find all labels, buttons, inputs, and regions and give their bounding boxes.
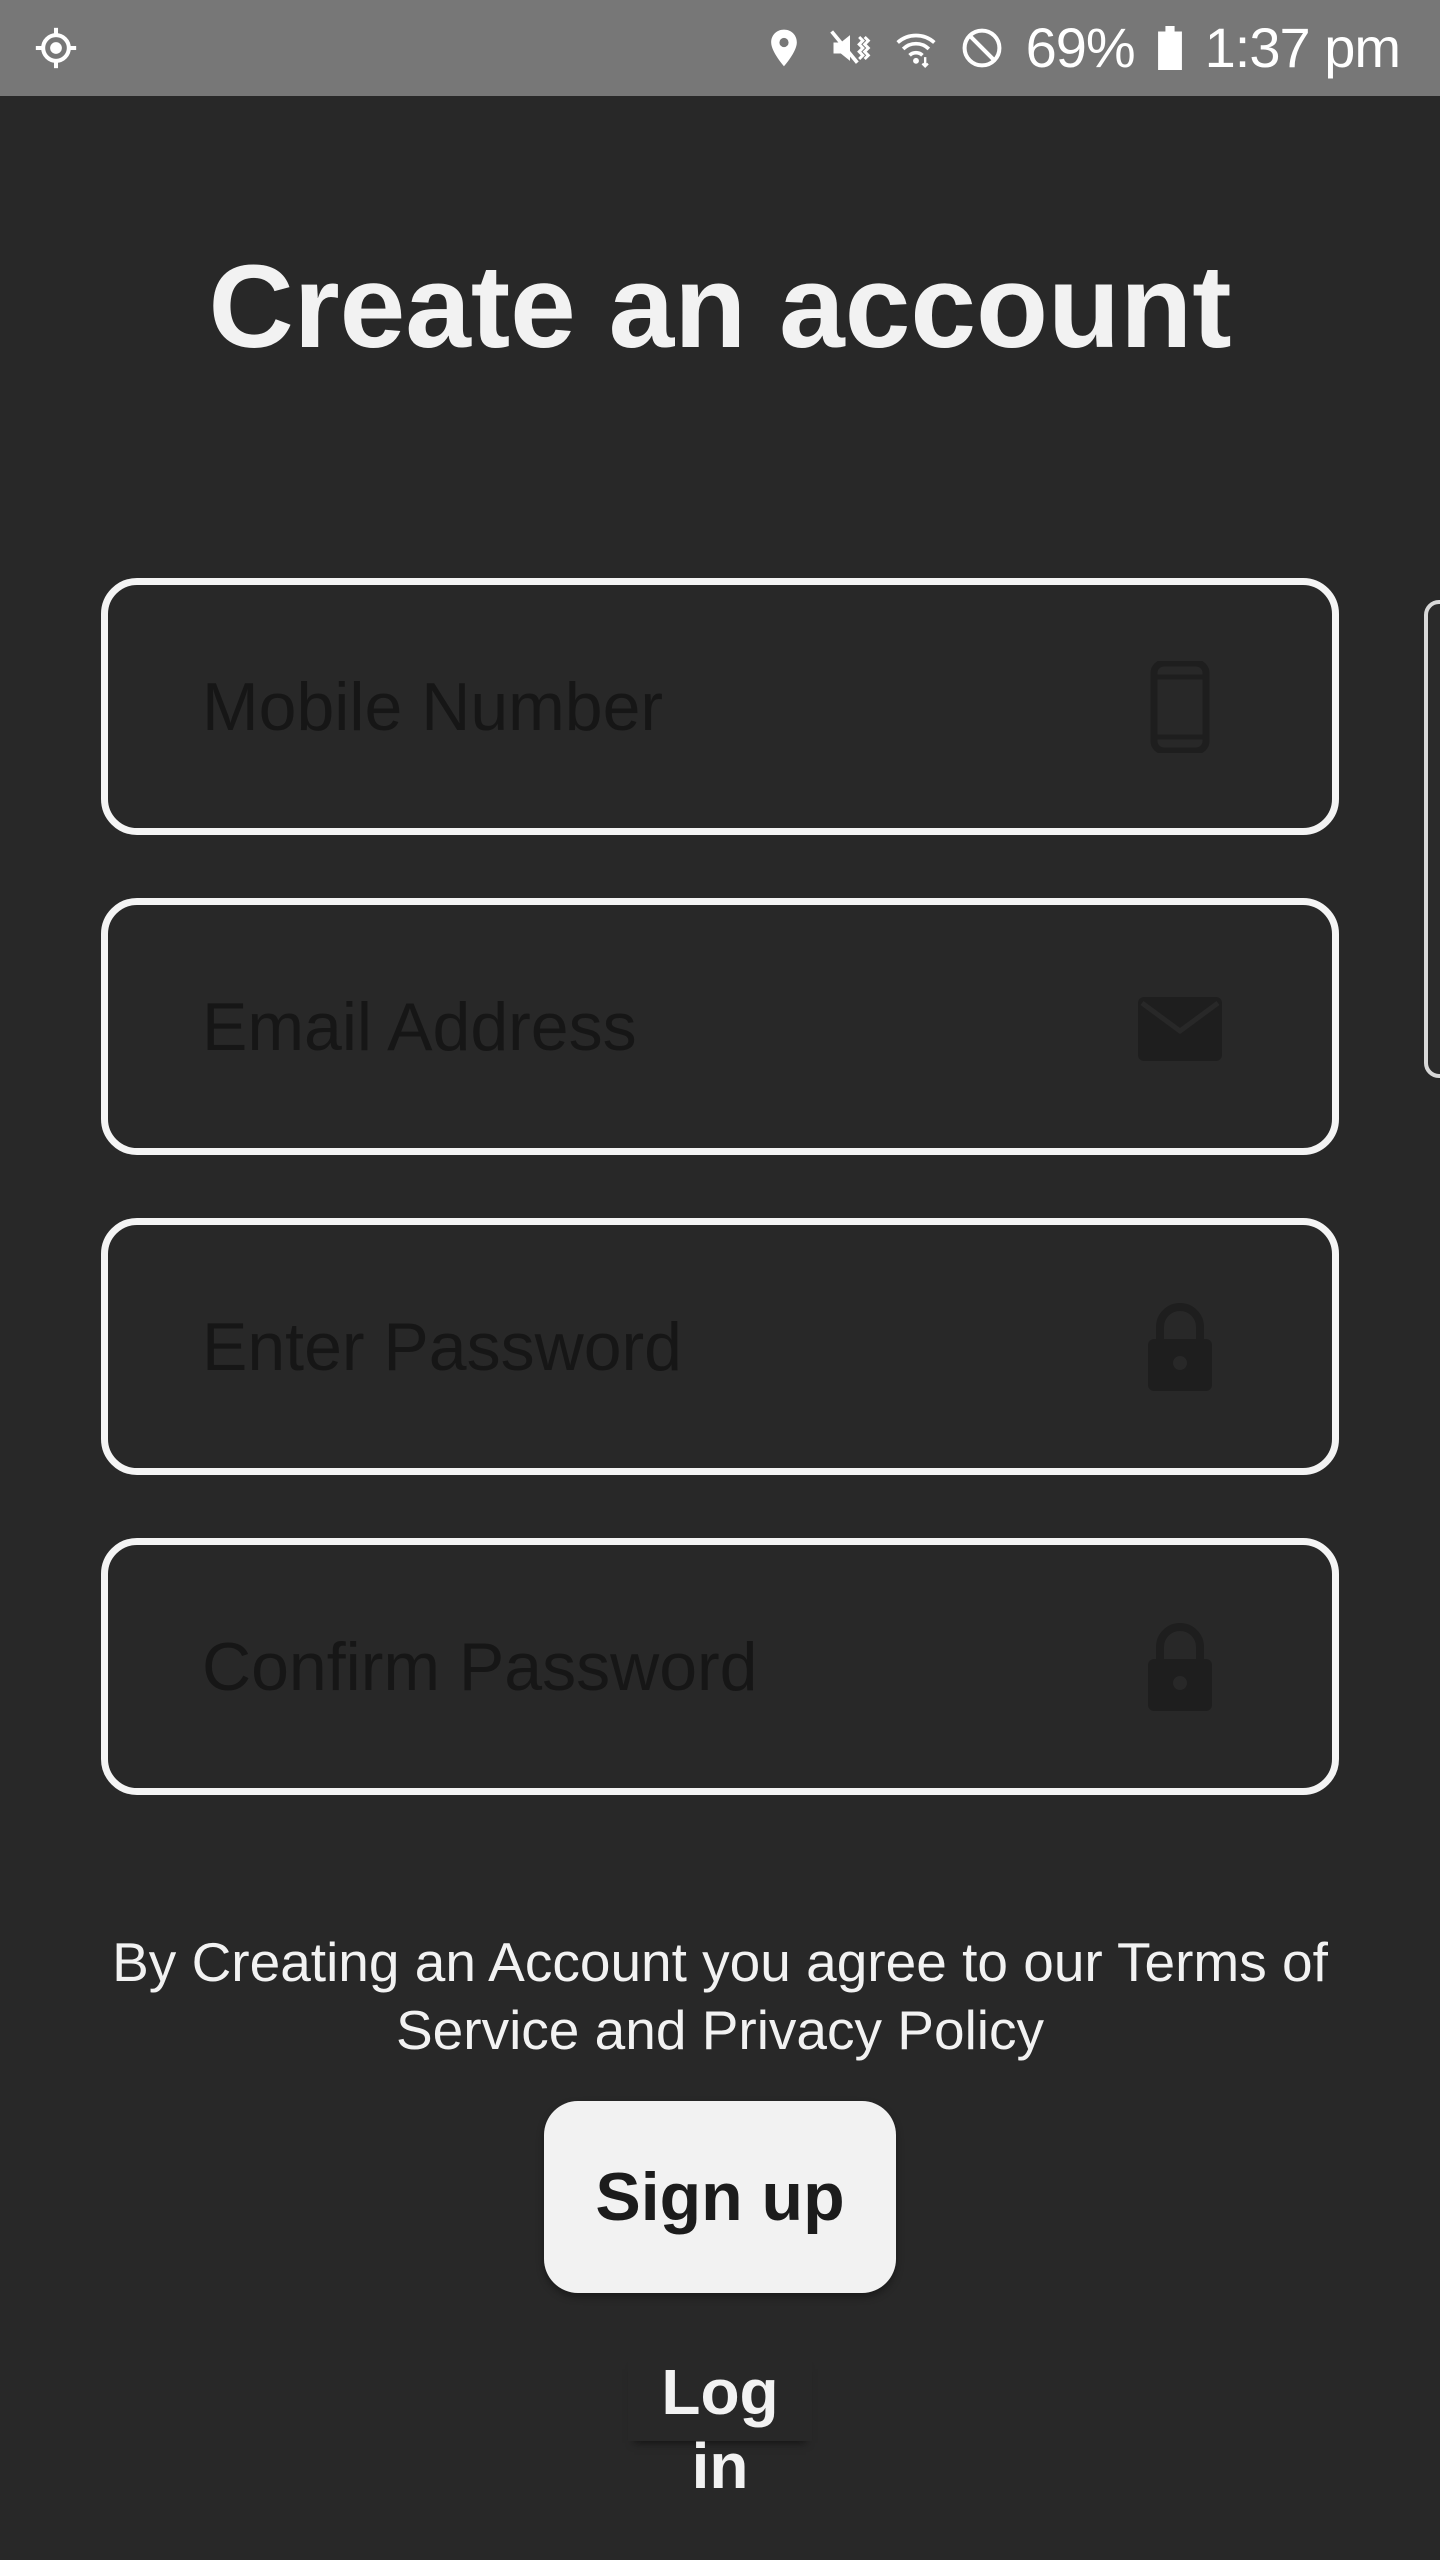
email-address-field[interactable] (101, 898, 1339, 1155)
status-icons: 69% 1:37 pm (762, 0, 1401, 96)
do-not-disturb-icon (962, 28, 1001, 68)
page-title: Create an account (208, 241, 1232, 373)
confirm-password-input[interactable] (202, 1545, 1152, 1788)
edge-panel-handle[interactable] (1424, 600, 1440, 1078)
sign-up-button[interactable]: Sign up (544, 2101, 896, 2293)
gps-locate-icon (35, 27, 77, 69)
log-in-button[interactable]: Log in (628, 2355, 812, 2502)
mobile-number-input[interactable] (202, 585, 1152, 828)
enter-password-field[interactable] (101, 1218, 1339, 1475)
mobile-number-field[interactable] (101, 578, 1339, 835)
terms-text: By Creating an Account you agree to our … (112, 1931, 1328, 2061)
lock-icon (1148, 1623, 1212, 1711)
status-bar: 69% 1:37 pm (0, 0, 1440, 96)
signup-screen: 69% 1:37 pm Create an account Mobile Num… (0, 0, 1440, 2560)
battery-icon (1157, 26, 1182, 70)
clock: 1:37 pm (1204, 16, 1401, 79)
email-address-input[interactable] (202, 905, 1152, 1148)
enter-password-input[interactable] (202, 1225, 1152, 1468)
confirm-password-field[interactable] (101, 1538, 1339, 1795)
location-pin-icon (770, 29, 797, 67)
mail-icon (1138, 997, 1222, 1061)
wifi-icon (896, 33, 936, 69)
lock-icon (1148, 1303, 1212, 1391)
phone-icon (1150, 661, 1210, 753)
vibrate-mute-icon (829, 30, 870, 64)
battery-percent: 69% (1025, 16, 1136, 79)
